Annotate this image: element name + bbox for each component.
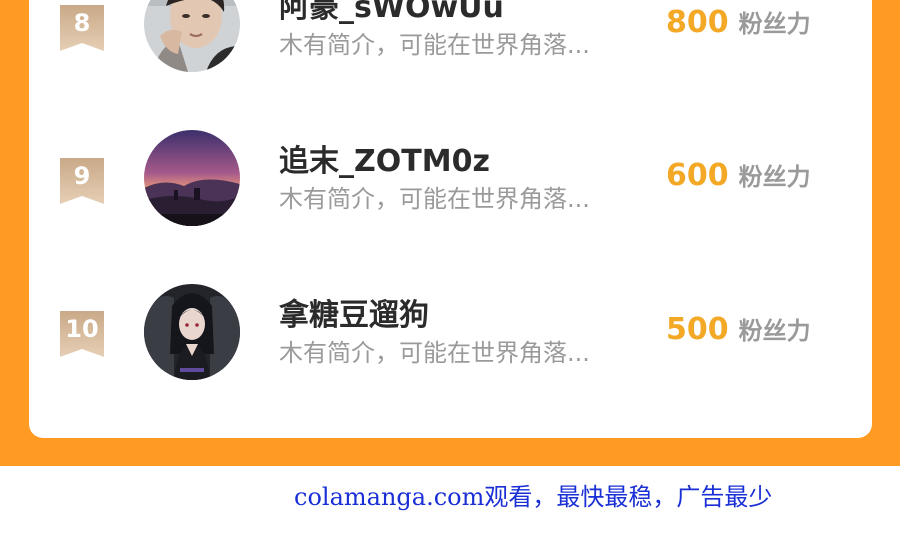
avatar-anime-character-icon xyxy=(144,284,240,380)
user-intro: 木有简介，可能在世界角落... xyxy=(279,339,590,367)
rank-badge: 8 xyxy=(60,5,104,51)
user-avatar[interactable] xyxy=(144,130,240,226)
fans-count: 800 xyxy=(666,5,729,40)
fans-count: 500 xyxy=(666,312,729,347)
watermark-text: colamanga.com观看，最快最稳，广告最少 xyxy=(294,483,773,511)
rank-badge: 9 xyxy=(60,158,104,204)
user-name: 拿糖豆遛狗 xyxy=(279,298,429,333)
avatar-dusk-landscape-icon xyxy=(144,130,240,226)
user-name: 阿豪_sWOwUu xyxy=(279,0,504,25)
rank-number: 9 xyxy=(73,162,91,190)
ranking-row[interactable]: 8 阿豪_sWOwUu 木有简介，可能在世界角落... 800 粉丝力 xyxy=(29,0,872,90)
ranking-row[interactable]: 10 拿糖豆遛狗 木有简介，可能在世界角落... 500 粉丝力 xyxy=(29,280,872,390)
ranking-row[interactable]: 9 追末_ZOTM0z 木有简介，可能在世界角落... 600 粉丝力 xyxy=(29,126,872,236)
rank-badge: 10 xyxy=(60,311,104,357)
user-avatar[interactable] xyxy=(144,0,240,72)
fans-count: 600 xyxy=(666,158,729,193)
fans-power: 800 粉丝力 xyxy=(666,5,811,45)
fans-power: 600 粉丝力 xyxy=(666,158,811,198)
fans-unit: 粉丝力 xyxy=(738,10,811,38)
user-intro: 木有简介，可能在世界角落... xyxy=(279,31,590,59)
user-name: 追末_ZOTM0z xyxy=(279,144,490,179)
fans-unit: 粉丝力 xyxy=(738,317,811,345)
rank-number: 10 xyxy=(65,315,99,343)
rank-number: 8 xyxy=(73,9,91,37)
user-avatar[interactable] xyxy=(144,284,240,380)
ranking-card: 8 阿豪_sWOwUu 木有简介，可能在世界角落... 800 粉丝力 9 追末… xyxy=(29,0,872,438)
user-intro: 木有简介，可能在世界角落... xyxy=(279,185,590,213)
fans-unit: 粉丝力 xyxy=(738,163,811,191)
avatar-man-photo-icon xyxy=(144,0,240,72)
footer: colamanga.com观看，最快最稳，广告最少 xyxy=(0,466,900,542)
fans-power: 500 粉丝力 xyxy=(666,312,811,352)
